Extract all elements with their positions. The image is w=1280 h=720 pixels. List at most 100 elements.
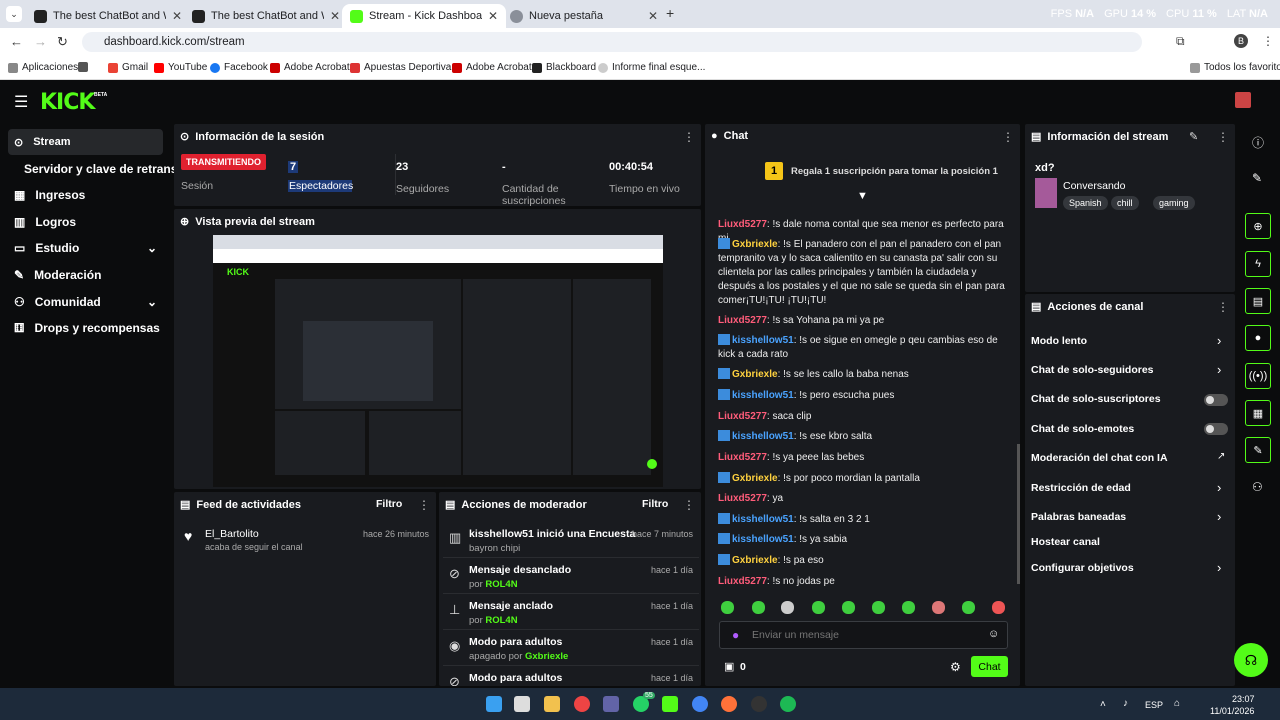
browser-tab[interactable]: The best ChatBot and Widgets ✕ [184,4,348,28]
chevron-up-icon[interactable]: ˄ [1100,699,1106,710]
chat-username[interactable]: kisshellow51 [732,514,794,525]
filter-button[interactable]: Filtro [642,498,668,510]
sidebar-item-server[interactable]: Servidor y clave de retransm [8,156,178,182]
close-icon[interactable]: ✕ [488,9,498,23]
bookmark-item[interactable]: Facebook [210,62,268,73]
more-icon[interactable]: ⋮ [418,498,430,512]
rail-broadcast-button[interactable]: ((•)) [1245,363,1271,389]
teams-icon[interactable] [603,696,619,712]
mic-icon[interactable]: ● [732,628,739,642]
action-configure-goals[interactable]: Configurar objetivos [1031,562,1134,574]
scrollbar[interactable] [1017,444,1020,584]
edit-icon[interactable]: ✎ [1189,130,1198,143]
rail-document-button[interactable]: ▤ [1245,288,1271,314]
emote-icon[interactable] [812,601,825,614]
chat-username[interactable]: Gxbriexle [732,239,778,250]
chevron-right-icon[interactable]: › [1217,509,1221,524]
chat-input-box[interactable]: ● ☺ [719,621,1008,649]
bookmark-item[interactable] [78,62,88,72]
close-icon[interactable]: ✕ [330,9,340,23]
more-icon[interactable]: ⋮ [683,498,695,512]
network-icon[interactable]: ⌂ [1174,698,1180,709]
forward-icon[interactable]: → [34,34,47,49]
more-icon[interactable]: ⋮ [1002,130,1014,144]
sidebar-item-stream[interactable]: ⊙ Stream [8,129,163,155]
category-name[interactable]: Conversando [1063,180,1125,192]
chat-username[interactable]: Liuxd5277 [718,452,767,463]
more-icon[interactable]: ⋮ [1217,300,1229,314]
close-icon[interactable]: ✕ [648,9,658,23]
store-icon[interactable] [514,696,530,712]
chat-username[interactable]: Gxbriexle [732,473,778,484]
browser-tab[interactable]: The best ChatBot and Widgets ✕ [26,4,190,28]
chevron-right-icon[interactable]: › [1217,362,1221,377]
clock-date[interactable]: 11/01/2026 [1210,706,1254,716]
chat-username[interactable]: kisshellow51 [732,390,794,401]
browser-tab[interactable]: Nueva pestaña ✕ [502,4,666,28]
browser-tab-active[interactable]: Stream - Kick Dashboard ✕ [342,4,506,28]
sidebar-item-ingresos[interactable]: ▦ Ingresos [8,182,163,208]
emote-icon[interactable] [992,601,1005,614]
chevron-right-icon[interactable]: › [1217,333,1221,348]
url-input[interactable]: dashboard.kick.com/stream [82,32,1142,52]
language-indicator[interactable]: ESP [1145,700,1163,710]
bookmark-item[interactable]: Adobe Acrobat [452,62,532,73]
tag-chip[interactable]: chill [1111,196,1139,210]
emoji-icon[interactable]: ☺ [988,628,999,640]
firefox-icon[interactable] [721,696,737,712]
emote-icon[interactable] [872,601,885,614]
gift-sub-banner[interactable]: 1 Regala 1 suscripción para tomar la pos… [765,162,998,180]
chat-input[interactable] [752,627,972,643]
avatar[interactable]: B [1234,34,1248,48]
chat-username[interactable]: kisshellow51 [732,431,794,442]
stream-video[interactable]: KICK [213,235,663,487]
community-icon[interactable]: ⚇ [1252,480,1263,494]
bookmark-item[interactable]: Adobe Acrobat [270,62,350,73]
chat-username[interactable]: kisshellow51 [732,335,794,346]
action-age-restriction[interactable]: Restricción de edad [1031,482,1131,494]
hamburger-icon[interactable]: ☰ [14,92,28,112]
rail-list-button[interactable]: ▦ [1245,400,1271,426]
extensions-icon[interactable]: ⧉ [1176,34,1185,49]
reload-icon[interactable]: ↻ [57,34,68,50]
emote-icon[interactable] [842,601,855,614]
sidebar-item-moderacion[interactable]: ✎ Moderación [8,262,163,288]
subs-only-toggle[interactable] [1204,394,1228,406]
action-ai-moderation[interactable]: Moderación del chat con IA [1031,452,1168,464]
send-chat-button[interactable]: Chat [971,656,1008,677]
bookmark-item[interactable]: YouTube [154,62,207,73]
user-avatar[interactable] [1235,92,1251,108]
action-banned-words[interactable]: Palabras baneadas [1031,511,1126,523]
chrome-icon[interactable] [574,696,590,712]
rail-chat-button[interactable]: ● [1245,325,1271,351]
emotes-only-toggle[interactable] [1204,423,1228,435]
emote-icon[interactable] [721,601,734,614]
obs-icon[interactable] [751,696,767,712]
chat-username[interactable]: Gxbriexle [732,369,778,380]
chat-username[interactable]: Liuxd5277 [718,315,767,326]
tag-chip[interactable]: Spanish [1063,196,1108,210]
sidebar-item-drops[interactable]: ⚅ Drops y recompensas [8,315,163,341]
pin-icon[interactable]: ▼ [857,190,868,202]
folder-icon[interactable] [544,696,560,712]
emote-icon[interactable] [781,601,794,614]
tab-search-icon[interactable]: ⌄ [6,6,22,22]
spotify-icon[interactable] [780,696,796,712]
external-link-icon[interactable]: ↗ [1217,451,1225,462]
action-slow-mode[interactable]: Modo lento [1031,335,1087,347]
back-icon[interactable]: ← [10,34,23,49]
rail-lightning-button[interactable]: ϟ [1245,251,1271,277]
edit-icon[interactable]: ✎ [1252,171,1262,185]
emote-icon[interactable] [932,601,945,614]
filter-button[interactable]: Filtro [376,498,402,510]
windows-start-icon[interactable] [486,696,502,712]
chevron-right-icon[interactable]: › [1217,560,1221,575]
bookmark-item[interactable]: Aplicaciones [8,62,78,73]
mic-icon[interactable]: ♪ [1123,698,1128,709]
sidebar-item-logros[interactable]: ▥ Logros [8,209,163,235]
chat-username[interactable]: Liuxd5277 [718,576,767,587]
chat-username[interactable]: Liuxd5277 [718,411,767,422]
emote-icon[interactable] [752,601,765,614]
bookmark-item[interactable]: Informe final esque... [598,62,705,73]
bookmark-item[interactable]: Blackboard [532,62,596,73]
